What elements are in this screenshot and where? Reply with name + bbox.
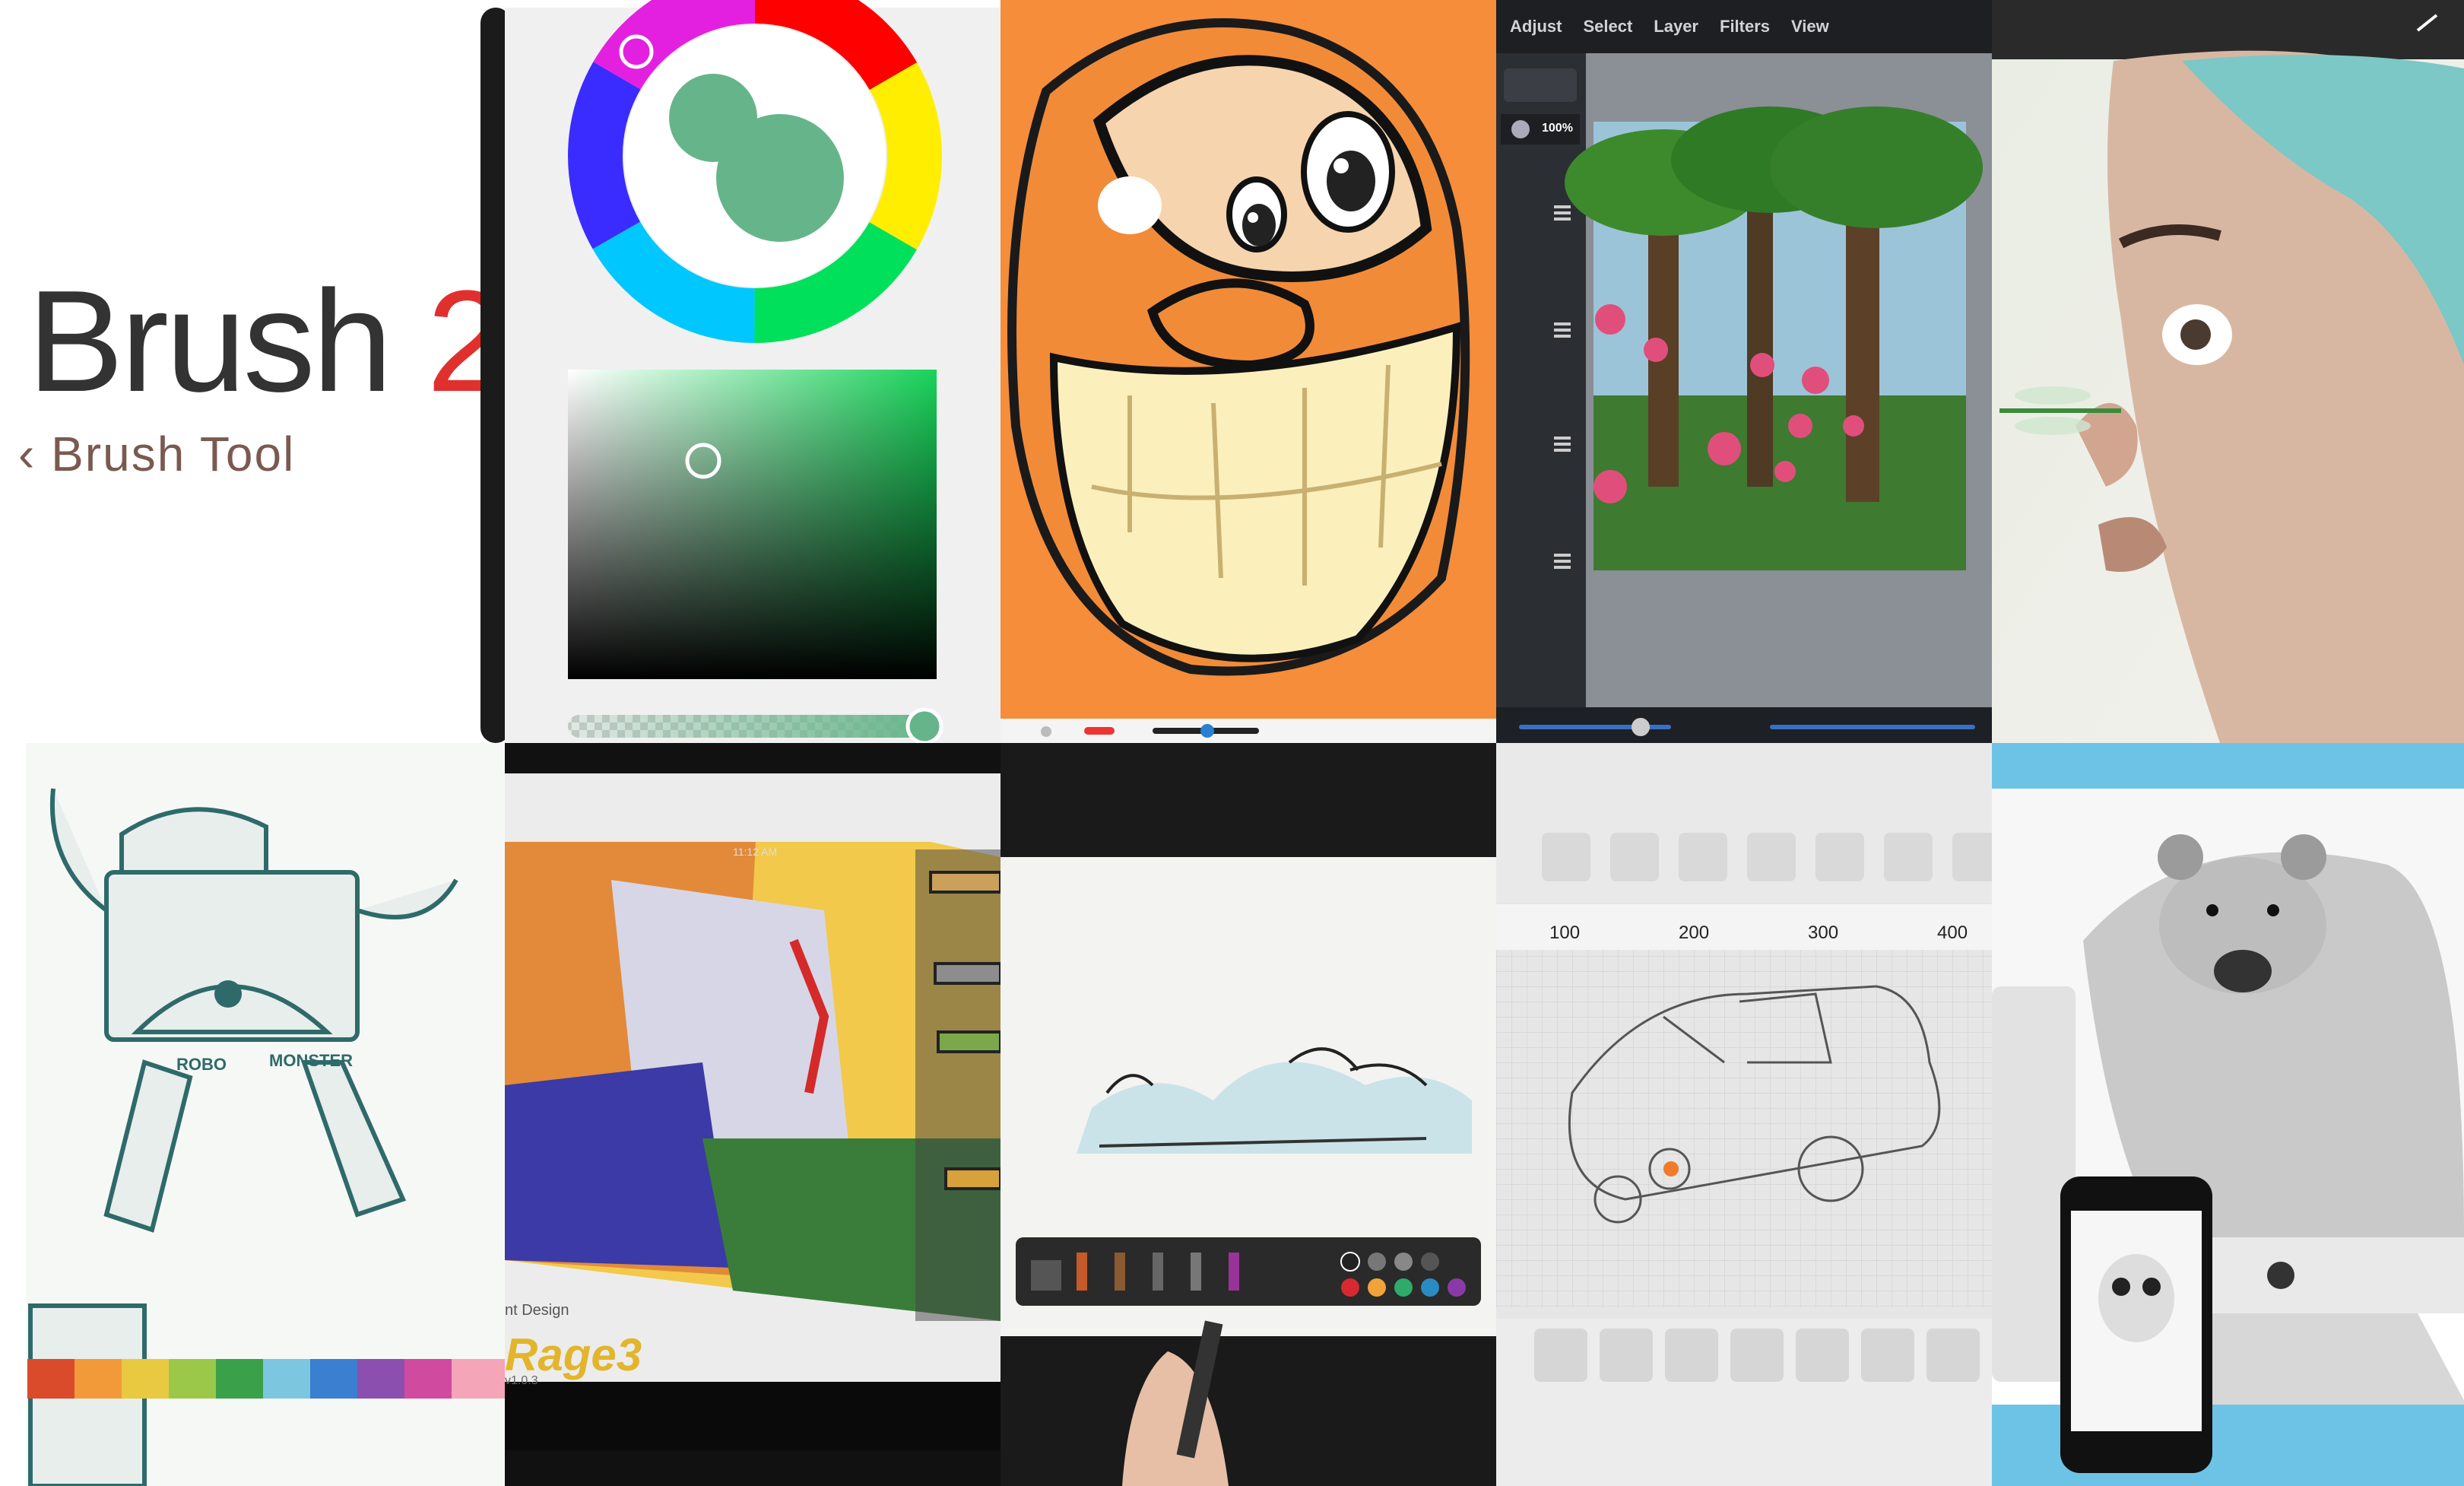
photo-editor-screenshot: Adjust Select Layer Filters View 100% xyxy=(1496,0,1992,743)
color-palette-bar[interactable] xyxy=(27,1359,505,1399)
robot-sketch-screenshot: ROBO MONSTER xyxy=(0,743,505,1486)
saturation-value-box[interactable] xyxy=(568,370,937,679)
status-bar-time: 11:12 AM xyxy=(733,846,778,858)
editor-canvas xyxy=(1496,0,1992,743)
color-picker-screenshot xyxy=(480,0,1001,743)
opacity-knob[interactable] xyxy=(905,707,943,743)
car-drawing-screenshot: 100 200 300 400 xyxy=(1496,743,1992,1486)
app-logo: Rage3 xyxy=(505,1329,642,1380)
ruler-label-100: 100 xyxy=(1549,922,1581,943)
cad-canvas xyxy=(1496,743,1992,1486)
robot-label-left: ROBO xyxy=(176,1055,227,1074)
robot-canvas xyxy=(0,743,505,1486)
menu-filters[interactable]: Filters xyxy=(1720,17,1770,37)
menu-select[interactable]: Select xyxy=(1583,17,1632,37)
menu-adjust[interactable]: Adjust xyxy=(1510,17,1562,37)
app-title-number: 2 xyxy=(427,261,480,422)
ruler-label-200: 200 xyxy=(1679,922,1710,943)
portrait-canvas xyxy=(1992,0,2464,743)
oil-painting-screenshot: 11:12 AM nt Design Rage3 v1.0.3 xyxy=(505,743,1001,1486)
cartoon-face-screenshot xyxy=(1001,0,1496,743)
watercolor-canvas xyxy=(1001,743,1496,1486)
current-color-swatch xyxy=(716,114,844,242)
menu-layer[interactable]: Layer xyxy=(1654,17,1698,37)
portrait-painting-screenshot xyxy=(1992,0,2464,743)
app-version: v1.0.3 xyxy=(505,1374,538,1387)
robot-label-right: MONSTER xyxy=(269,1051,353,1070)
cartoon-canvas xyxy=(1001,0,1496,743)
menu-view[interactable]: View xyxy=(1791,17,1829,37)
ruler-label-300: 300 xyxy=(1808,922,1839,943)
watercolor-app-screenshot xyxy=(1001,743,1496,1486)
app-title-card: Brush 2 ‹ Brush Tool xyxy=(0,0,480,743)
phone-mockup xyxy=(2060,1176,2212,1473)
editor-menu-bar: Adjust Select Layer Filters View xyxy=(1496,0,1992,53)
device-mockup-canvas xyxy=(1992,743,2464,1486)
cad-bottom-toolbar[interactable] xyxy=(1534,1329,1980,1382)
ruler-label-400: 400 xyxy=(1937,922,1968,943)
app-subtitle: nt Design xyxy=(505,1302,569,1319)
layer-opacity-value: 100% xyxy=(1542,122,1573,135)
app-title: Brush 2 xyxy=(27,259,480,424)
color-picker-panel xyxy=(480,0,1001,743)
app-title-word: Brush xyxy=(27,261,392,422)
app-subtitle: ‹ Brush Tool xyxy=(18,427,296,481)
bear-devices-screenshot xyxy=(1992,743,2464,1486)
